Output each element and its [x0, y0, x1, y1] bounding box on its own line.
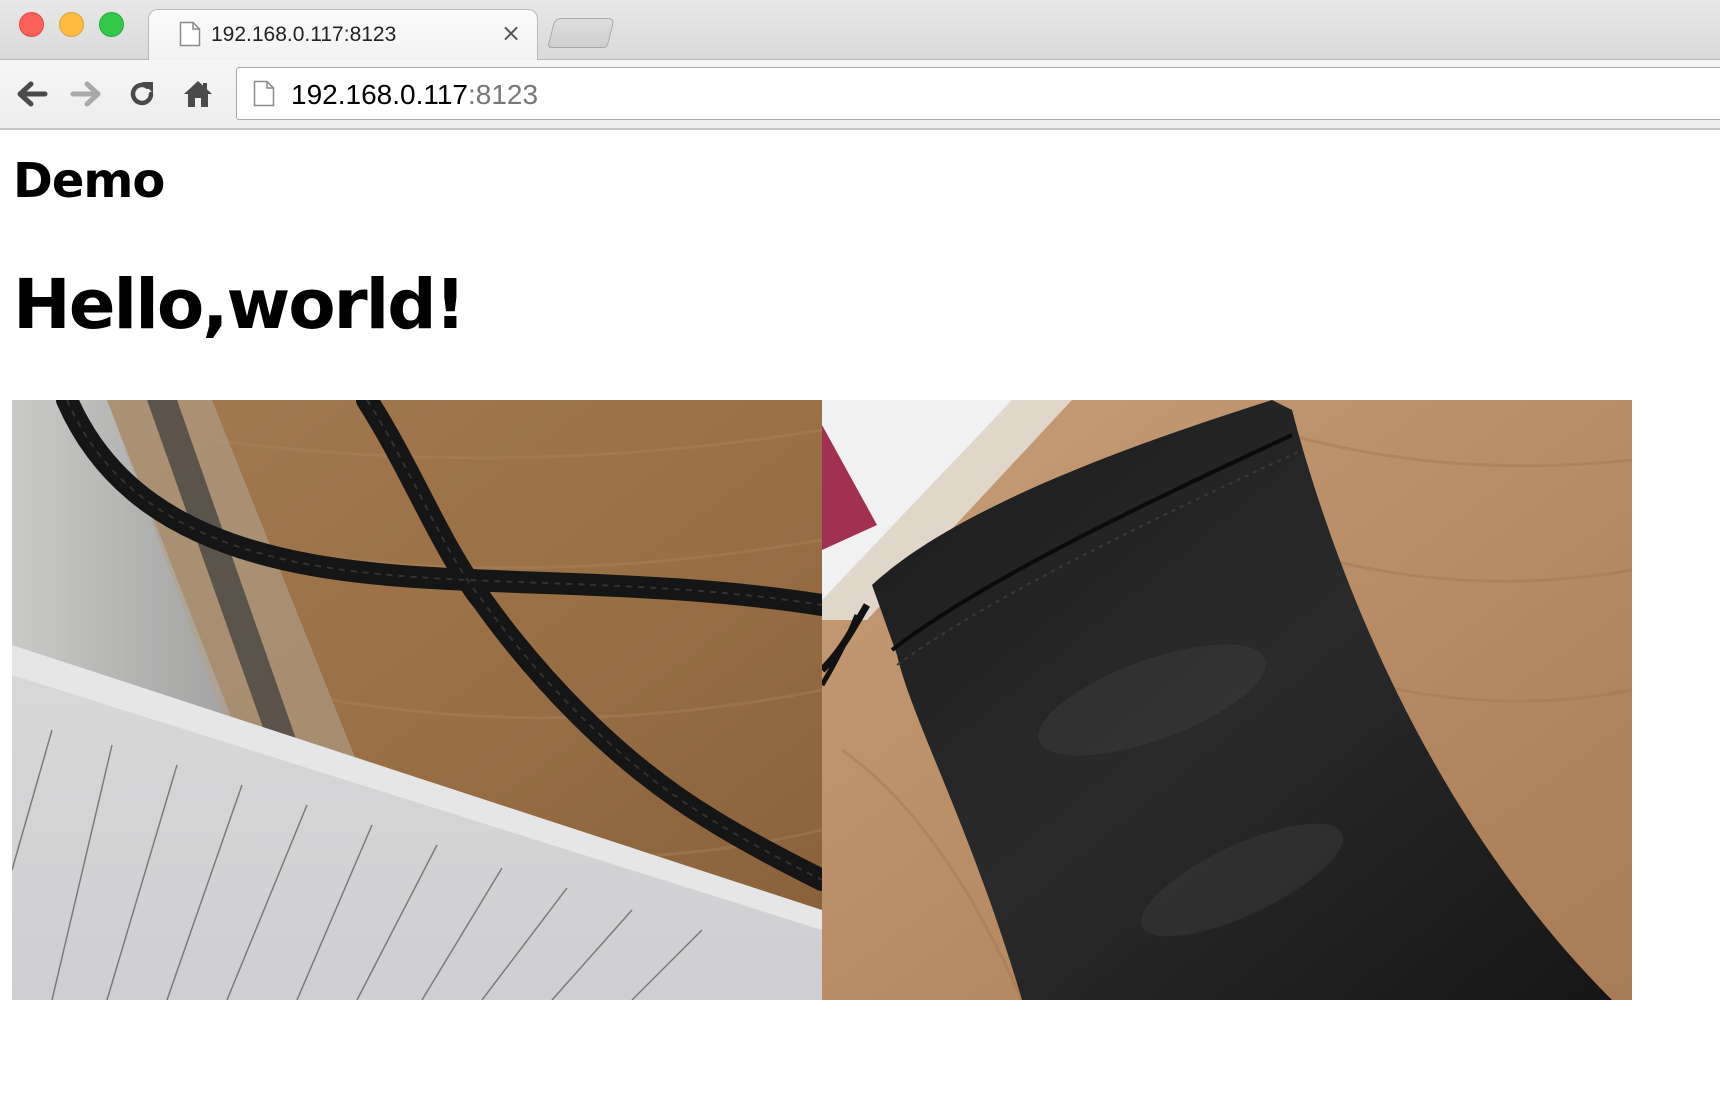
- tab-close-icon[interactable]: ×: [501, 19, 521, 47]
- zoom-window-button[interactable]: [99, 12, 124, 37]
- page-icon: [179, 21, 201, 52]
- forward-button[interactable]: [66, 74, 106, 114]
- address-host: 192.168.0.117: [291, 79, 468, 110]
- page-heading: Hello,world!: [13, 265, 466, 345]
- close-window-button[interactable]: [19, 12, 44, 37]
- tab-title: 192.168.0.117:8123: [211, 23, 397, 46]
- address-bar[interactable]: 192.168.0.117:8123: [236, 67, 1720, 120]
- site-title: Demo: [13, 153, 165, 209]
- page-content: Demo Hello,world!: [0, 130, 1720, 1106]
- page-icon: [253, 80, 275, 112]
- home-icon: [184, 81, 212, 107]
- photo-leather-pouch: [822, 400, 1632, 1000]
- new-tab-button[interactable]: [547, 18, 615, 48]
- address-port: :8123: [467, 79, 539, 110]
- tab-strip: 192.168.0.117:8123 ×: [0, 0, 1720, 61]
- browser-tab[interactable]: 192.168.0.117:8123 ×: [148, 9, 538, 61]
- reload-icon: [130, 82, 154, 106]
- forward-arrow-icon: [70, 81, 101, 107]
- browser-toolbar: 192.168.0.117:8123: [0, 60, 1720, 130]
- home-button[interactable]: [178, 74, 218, 114]
- reload-button[interactable]: [122, 74, 162, 114]
- photo-cord-on-desk: [12, 400, 822, 1000]
- minimize-window-button[interactable]: [59, 12, 84, 37]
- address-text: 192.168.0.117:8123: [291, 79, 538, 111]
- back-arrow-icon: [17, 81, 48, 107]
- back-button[interactable]: [12, 74, 52, 114]
